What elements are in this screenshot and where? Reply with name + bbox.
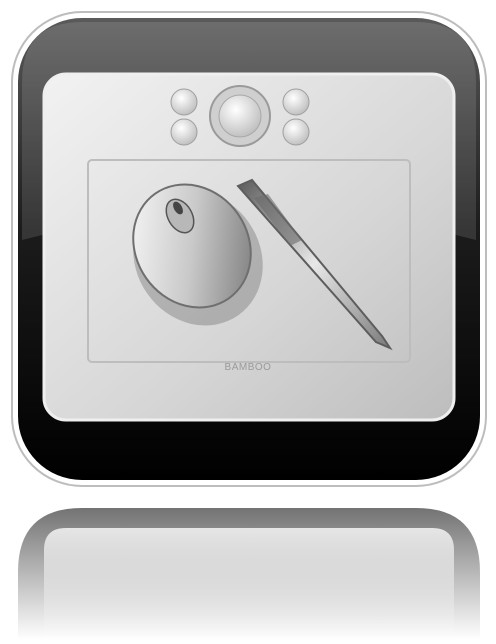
app-icon[interactable]: BAMBOO (0, 0, 496, 644)
tablet-icon (11, 11, 487, 487)
brand-label: BAMBOO (224, 362, 272, 373)
icon-reflection (18, 508, 480, 644)
